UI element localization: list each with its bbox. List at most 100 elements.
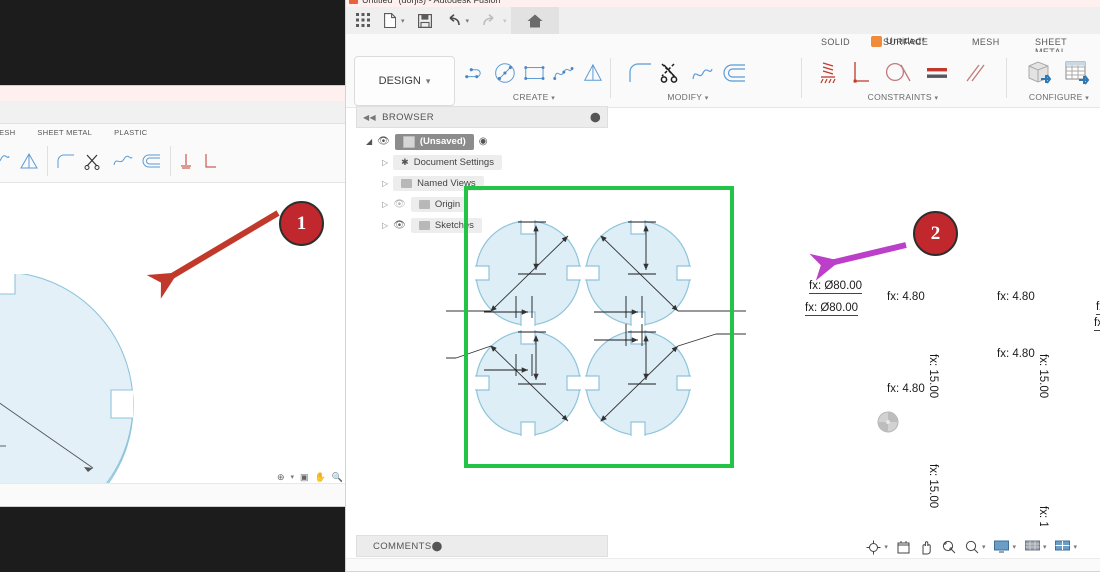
ribbon-group-configure-label[interactable]: CONFIGURE ▾ <box>1014 92 1100 102</box>
ribbon-tab-bar[interactable]: SOLID SURFACE MESH SHEET METAL PLASTIC U… <box>346 34 1100 57</box>
view-cube-home-icon[interactable] <box>877 411 899 433</box>
comments-options-icon[interactable]: ⬤ <box>432 541 443 552</box>
dim-diameter-right-2[interactable]: fx: Ø80.00 <box>1094 317 1100 331</box>
ribbon-toolbar[interactable]: DESIGN ▾ CREATE ▾ MODIFY ▾ CONSTRAINTS ▾… <box>346 52 1100 108</box>
tab-solid[interactable]: SOLID <box>821 37 850 47</box>
parallel-icon[interactable] <box>963 62 987 84</box>
horizontal-vertical-icon[interactable] <box>819 61 837 85</box>
fusion-360-main-window[interactable]: Untitled* (dorjis) - Autodesk Fusion ▾ ▾… <box>345 0 1100 572</box>
pan-icon[interactable] <box>919 540 933 555</box>
bg-hv-constraint-icon[interactable] <box>179 153 193 170</box>
ribbon-group-create[interactable]: CREATE ▾ <box>464 52 604 107</box>
viewports-icon[interactable] <box>1055 540 1071 554</box>
spline-icon[interactable] <box>552 63 575 84</box>
background-sketch-canvas[interactable]: fx: 15.00 fx: 4.80 fx: Ø80.00 <box>0 274 351 506</box>
file-dropdown-caret[interactable]: ▾ <box>401 17 405 25</box>
offset-curve-icon[interactable] <box>690 63 715 84</box>
browser-options-icon[interactable]: ⬤ <box>590 112 601 123</box>
bg-fillet-icon[interactable] <box>56 153 76 170</box>
undo-dropdown-caret[interactable]: ▾ <box>466 17 470 25</box>
dim-diameter-right-1[interactable]: fx: Ø80.00 <box>1096 301 1100 315</box>
orbit-dropdown-caret[interactable]: ▾ <box>884 543 888 551</box>
look-at-icon[interactable] <box>897 540 910 554</box>
background-sketch-profile <box>0 274 134 506</box>
grid-snap-icon[interactable] <box>1024 540 1040 554</box>
background-quick-access-toolbar[interactable]: ▾ ▾ ▾ <box>0 101 351 124</box>
rectangle-icon[interactable] <box>523 63 546 83</box>
background-ribbon-tabs[interactable]: SOLID SURFACE MESH SHEET METAL PLASTIC <box>0 124 351 140</box>
fillet-icon[interactable] <box>628 62 652 84</box>
dim-48-top-left[interactable]: fx: 4.80 <box>887 291 925 303</box>
save-icon[interactable] <box>417 13 432 28</box>
dim-48-bottom-left[interactable]: fx: 4.80 <box>887 383 925 395</box>
bg-spline-icon[interactable] <box>0 153 11 169</box>
tab-mesh[interactable]: MESH <box>972 37 1000 47</box>
file-icon[interactable] <box>384 13 396 28</box>
grid-snap-caret[interactable]: ▾ <box>1043 543 1047 551</box>
bg-zoom-icon[interactable]: 🔍 <box>332 472 343 483</box>
redo-dropdown-caret[interactable]: ▾ <box>503 17 507 25</box>
quick-access-toolbar[interactable]: ▾ ▾ ▾ <box>346 7 1100 34</box>
bg-offset-icon[interactable] <box>142 153 162 169</box>
trim-icon[interactable] <box>660 62 682 84</box>
zoom-dropdown-caret[interactable]: ▾ <box>982 543 986 551</box>
offset-icon[interactable] <box>723 63 748 84</box>
ribbon-group-modify[interactable]: MODIFY ▾ <box>618 52 758 107</box>
bg-perpendicular-icon[interactable] <box>203 153 217 170</box>
background-timeline-bar[interactable]: ◀ ▶ ▶ ▶| <box>0 483 351 506</box>
dim-diameter-left-1[interactable]: fx: Ø80.00 <box>809 280 863 294</box>
background-ribbon[interactable]: DESIGN▾ <box>0 140 351 183</box>
dim-48-bottom-right[interactable]: fx: 4.80 <box>997 348 1035 360</box>
redo-icon[interactable] <box>482 14 498 27</box>
bg-orbit-icon[interactable]: ⊕ <box>277 472 285 483</box>
tangent-icon[interactable] <box>885 61 911 85</box>
dim-15-top-right[interactable]: fx: 15.00 <box>1037 354 1049 398</box>
background-view-tools[interactable]: ⊕ ▾ ▣ ✋ 🔍 <box>277 470 343 484</box>
zoom-window-icon[interactable] <box>942 540 956 555</box>
circle-icon[interactable] <box>494 61 516 85</box>
comments-panel-header[interactable]: COMMENTS ⬤ <box>356 535 608 557</box>
orbit-icon[interactable] <box>866 540 881 555</box>
bg-tab-sheet-metal[interactable]: SHEET METAL <box>37 128 92 137</box>
viewports-caret[interactable]: ▾ <box>1073 543 1077 551</box>
active-document-label[interactable]: Untitled* <box>871 36 926 47</box>
display-settings-caret[interactable]: ▾ <box>1012 543 1016 551</box>
perpendicular-icon[interactable] <box>852 61 870 85</box>
bg-trim-icon[interactable] <box>84 153 104 170</box>
dim-diameter-left-2[interactable]: fx: Ø80.00 <box>805 302 859 316</box>
ribbon-group-constraints[interactable]: CONSTRAINTS ▾ <box>808 52 998 107</box>
bg-tab-mesh[interactable]: MESH <box>0 128 15 137</box>
bg-offset-curve-icon[interactable] <box>112 153 134 169</box>
configure-table-icon[interactable] <box>1063 59 1093 87</box>
ribbon-group-configure[interactable]: CONFIGURE ▾ <box>1014 52 1100 107</box>
browser-collapse-arrows-icon[interactable]: ◀◀ <box>363 113 376 122</box>
app-grid-icon[interactable] <box>356 13 371 28</box>
ribbon-group-constraints-label[interactable]: CONSTRAINTS ▾ <box>808 92 998 102</box>
view-tools-bar[interactable]: ▾ ▾ ▾ ▾ ▾ <box>866 537 1077 557</box>
background-selected-sketch-gizmo[interactable] <box>0 386 9 446</box>
configure-model-icon[interactable] <box>1025 59 1055 87</box>
bg-mirror-icon[interactable] <box>19 152 39 170</box>
dim-15-bottom-right[interactable]: fx: 15.00 <box>1037 506 1049 526</box>
display-settings-icon[interactable] <box>994 540 1010 554</box>
ribbon-group-modify-label[interactable]: MODIFY ▾ <box>618 92 758 102</box>
design-dropdown-caret[interactable]: ▾ <box>426 76 431 87</box>
zoom-icon[interactable] <box>965 540 979 555</box>
bg-pan-icon[interactable]: ✋ <box>315 472 326 483</box>
equal-icon[interactable] <box>926 63 948 83</box>
design-workspace-button[interactable]: DESIGN ▾ <box>354 56 455 106</box>
bg-look-at-icon[interactable]: ▣ <box>300 472 309 483</box>
ribbon-group-create-label[interactable]: CREATE ▾ <box>464 92 604 102</box>
dim-48-top-right[interactable]: fx: 4.80 <box>997 291 1035 303</box>
background-fusion-window[interactable]: ntitled* (dorjis) - Autodesk Fusion ▾ ▾ … <box>0 85 352 507</box>
bg-tab-plastic[interactable]: PLASTIC <box>114 128 147 137</box>
home-icon[interactable] <box>511 7 559 34</box>
line-icon[interactable] <box>464 64 487 82</box>
dim-15-bottom-left[interactable]: fx: 15.00 <box>927 464 939 508</box>
undo-icon[interactable] <box>445 14 461 27</box>
bg-orbit-caret[interactable]: ▾ <box>291 473 295 481</box>
sketch-canvas[interactable]: fx: 15.00 fx: 15.00 fx: 15.00 fx: 15.00 … <box>346 126 1100 526</box>
browser-panel-header[interactable]: ◀◀ BROWSER ⬤ <box>356 106 608 128</box>
dim-15-top-left[interactable]: fx: 15.00 <box>927 354 939 398</box>
mirror-icon[interactable] <box>582 62 604 84</box>
